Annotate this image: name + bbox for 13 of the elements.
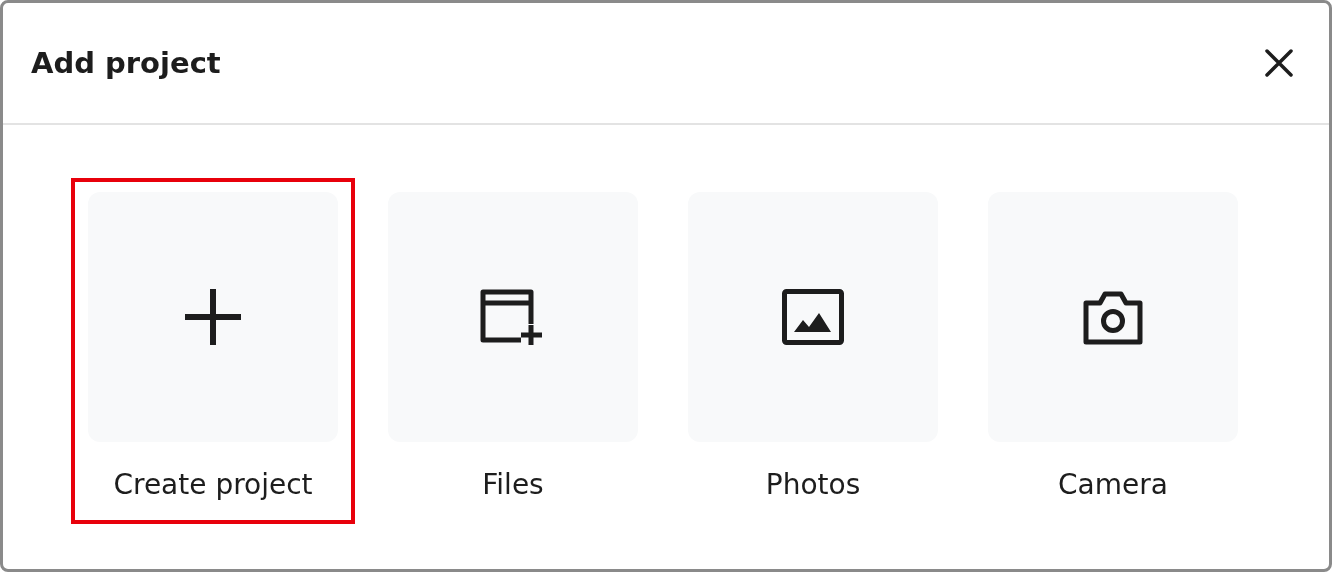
dialog-title: Add project xyxy=(31,45,221,81)
camera-icon xyxy=(1083,289,1143,345)
option-button[interactable]: Create project xyxy=(71,178,355,524)
plus-icon xyxy=(183,287,243,347)
image-icon xyxy=(782,289,844,345)
option-label: Photos xyxy=(765,467,861,503)
option-button[interactable]: Photos xyxy=(671,178,955,524)
option-label: Camera xyxy=(1058,467,1168,503)
option-label: Files xyxy=(482,467,544,503)
option-button[interactable]: Camera xyxy=(971,178,1255,524)
option-button[interactable]: Files xyxy=(371,178,655,524)
close-icon xyxy=(1265,49,1293,77)
option-label: Create project xyxy=(113,467,313,503)
